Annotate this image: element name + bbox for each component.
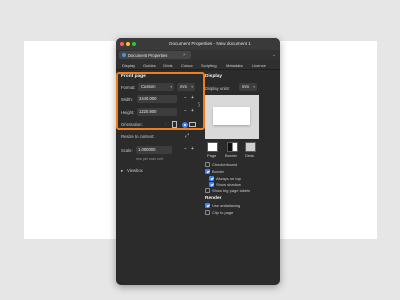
tab-colour[interactable]: Colour bbox=[181, 63, 193, 68]
tab-guides[interactable]: Guides bbox=[143, 63, 156, 68]
show-page-labels-checkbox[interactable] bbox=[205, 188, 210, 193]
document-properties-icon bbox=[122, 53, 126, 57]
show-page-labels-label: Show big page labels bbox=[212, 188, 251, 193]
border-checkbox[interactable] bbox=[205, 169, 210, 174]
clip-to-page-label: Clip to page bbox=[212, 210, 234, 215]
resize-to-content-label: Resize to content: bbox=[121, 134, 155, 139]
page-color-swatch[interactable] bbox=[207, 142, 218, 152]
tab-display[interactable]: Display bbox=[122, 63, 135, 68]
border-label: Border bbox=[212, 169, 225, 174]
use-antialiasing-checkbox[interactable] bbox=[205, 203, 210, 208]
desk-swatch-label: Desk bbox=[245, 153, 255, 158]
display-units-label: Display units: bbox=[205, 86, 230, 91]
zoom-window-button[interactable] bbox=[132, 42, 136, 46]
use-antialiasing-label: Use antialiasing bbox=[212, 203, 241, 208]
render-heading: Render bbox=[205, 196, 222, 201]
resize-to-content-icon[interactable]: ⤢ bbox=[185, 133, 189, 139]
close-icon[interactable]: × bbox=[183, 52, 186, 57]
chevron-down-icon[interactable]: ⌄ bbox=[272, 52, 276, 58]
scale-increment-button[interactable]: + bbox=[191, 146, 194, 152]
tab-metadata[interactable]: Metadata bbox=[226, 63, 243, 68]
document-properties-tab[interactable]: Document Properties × bbox=[119, 51, 191, 59]
front-page-highlight bbox=[116, 72, 205, 130]
show-shadow-label: Show shadow bbox=[216, 182, 241, 187]
viewbox-expander[interactable]: Viewbox bbox=[127, 168, 143, 173]
always-on-top-checkbox[interactable] bbox=[209, 176, 214, 181]
scale-units-caption: mm per user unit bbox=[136, 157, 163, 161]
scale-decrement-button[interactable]: − bbox=[184, 146, 187, 152]
border-swatch-label: Border bbox=[225, 153, 238, 158]
dialog-tab-bar: Document Properties × ⌄ bbox=[116, 50, 280, 60]
desk-color-swatch[interactable] bbox=[245, 142, 256, 152]
display-heading: Display bbox=[205, 74, 223, 79]
tab-grids[interactable]: Grids bbox=[163, 63, 173, 68]
window-title: Document Properties - New document 1 bbox=[169, 41, 251, 46]
tab-licence[interactable]: Licence bbox=[252, 63, 266, 68]
border-color-swatch[interactable] bbox=[227, 142, 238, 152]
title-bar: Document Properties - New document 1 bbox=[116, 38, 280, 50]
tab-scripting[interactable]: Scripting bbox=[201, 63, 217, 68]
clip-to-page-checkbox[interactable] bbox=[205, 210, 210, 215]
display-units-select[interactable]: mm ▾ bbox=[239, 83, 257, 91]
document-properties-tab-label: Document Properties bbox=[128, 52, 168, 58]
checkerboard-label: Checkerboard bbox=[212, 162, 238, 167]
always-on-top-label: Always on top bbox=[216, 176, 241, 181]
chevron-down-icon: ▾ bbox=[253, 85, 255, 89]
close-window-button[interactable] bbox=[120, 42, 124, 46]
expand-triangle-icon[interactable]: ▸ bbox=[121, 168, 123, 174]
scale-label: Scale: bbox=[121, 148, 133, 153]
show-shadow-checkbox[interactable] bbox=[209, 182, 214, 187]
scale-input[interactable]: 1.000000 bbox=[136, 146, 172, 154]
page-swatch-label: Page bbox=[207, 153, 217, 158]
properties-nav-tabs: Display Guides Grids Colour Scripting Me… bbox=[116, 60, 280, 70]
minimize-window-button[interactable] bbox=[126, 42, 130, 46]
display-units-select-value: mm bbox=[242, 84, 249, 89]
checkerboard-checkbox[interactable] bbox=[205, 162, 210, 167]
page-preview-sheet bbox=[213, 107, 250, 125]
